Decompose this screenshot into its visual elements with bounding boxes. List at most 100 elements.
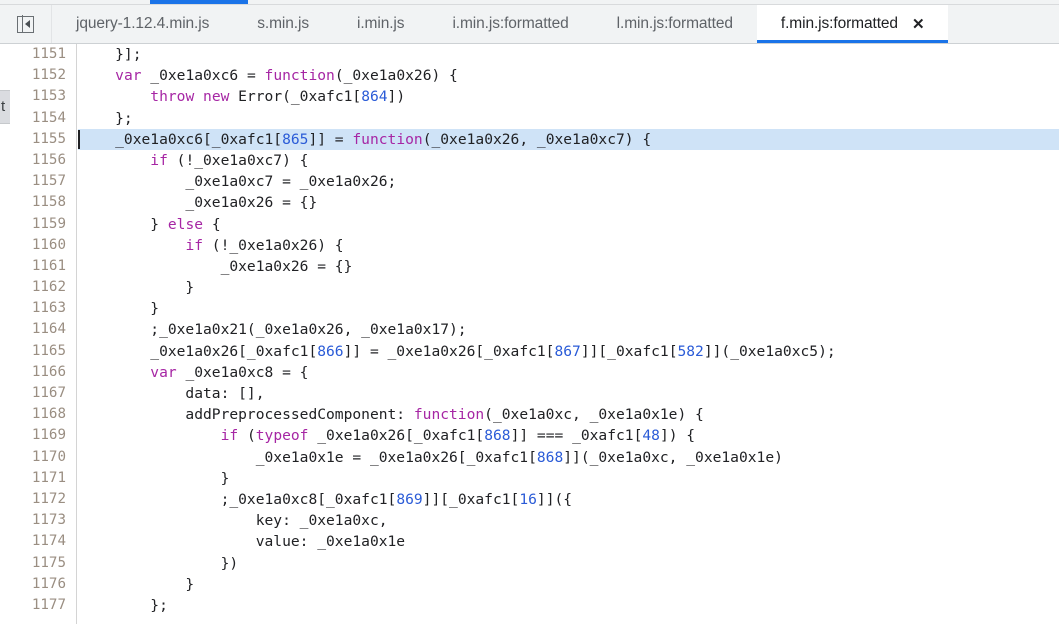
code-line[interactable]: 1152 var _0xe1a0xc6 = function(_0xe1a0x2…	[10, 65, 1059, 86]
line-number[interactable]: 1176	[10, 574, 66, 595]
sidebar-collapsed-tab[interactable]: t	[0, 90, 10, 124]
code-line[interactable]: 1175 })	[10, 553, 1059, 574]
code-token-pln: _0xe1a0x26 = {}	[80, 194, 318, 212]
tab-s-min-js[interactable]: s.min.js	[233, 5, 333, 43]
tab-i-min-js[interactable]: i.min.js	[333, 5, 428, 43]
close-icon[interactable]: ✕	[912, 17, 925, 32]
code-lines: 1151 }]; 1152 var _0xe1a0xc6 = function(_…	[10, 44, 1059, 616]
tab-jquery-1-12-4-min-js[interactable]: jquery-1.12.4.min.js	[52, 5, 233, 43]
code-text: }	[80, 574, 1059, 595]
line-number[interactable]: 1163	[10, 298, 66, 319]
code-text: };	[80, 108, 1059, 129]
line-number[interactable]: 1161	[10, 256, 66, 277]
line-number[interactable]: 1156	[10, 150, 66, 171]
code-token-pln: ]][_0xafc1[	[580, 342, 678, 360]
line-number[interactable]: 1151	[10, 44, 66, 65]
code-line[interactable]: 1160 if (!_0xe1a0x26) {	[10, 235, 1059, 256]
code-token-pln	[80, 88, 150, 105]
code-token-pln: _0xe1a0x1e = _0xe1a0x26[_0xafc1[	[80, 448, 537, 466]
code-line[interactable]: 1165 _0xe1a0x26[_0xafc1[866]] = _0xe1a0x…	[10, 341, 1059, 362]
line-number[interactable]: 1174	[10, 531, 66, 552]
panel-collapse-button[interactable]	[0, 5, 52, 43]
line-number[interactable]: 1168	[10, 404, 66, 425]
line-number[interactable]: 1171	[10, 468, 66, 489]
code-token-pln: ])	[387, 88, 406, 106]
code-line[interactable]: 1157 _0xe1a0xc7 = _0xe1a0x26;	[10, 171, 1059, 192]
line-number[interactable]: 1162	[10, 277, 66, 298]
code-token-pln: _0xe1a0x26[_0xafc1[	[308, 427, 485, 445]
code-token-kw: function	[352, 130, 423, 148]
scroll-thumb[interactable]	[150, 0, 248, 4]
line-number[interactable]: 1152	[10, 65, 66, 86]
tab-label: jquery-1.12.4.min.js	[76, 15, 210, 32]
code-token-kw: var	[115, 67, 142, 85]
line-number[interactable]: 1169	[10, 425, 66, 446]
code-line[interactable]: 1174 value: _0xe1a0x1e	[10, 531, 1059, 552]
code-token-pln: (!_0xe1a0xc7) {	[167, 151, 309, 169]
code-line[interactable]: 1161 _0xe1a0x26 = {}	[10, 256, 1059, 277]
code-token-pln	[80, 152, 150, 169]
line-number[interactable]: 1167	[10, 383, 66, 404]
code-token-pln: (!_0xe1a0x26) {	[203, 236, 344, 254]
tab-f-min-js-formatted[interactable]: f.min.js:formatted ✕	[756, 5, 949, 43]
code-token-pln: Error(_0xafc1[	[229, 88, 362, 106]
code-line[interactable]: 1172 ;_0xe1a0xc8[_0xafc1[869]][_0xafc1[1…	[10, 489, 1059, 510]
code-token-pln: ]) {	[659, 427, 696, 445]
code-token-pln	[194, 88, 203, 105]
line-number[interactable]: 1166	[10, 362, 66, 383]
code-line[interactable]: 1173 key: _0xe1a0xc,	[10, 510, 1059, 531]
code-line[interactable]: 1177 };	[10, 595, 1059, 616]
code-text: };	[80, 595, 1059, 616]
code-line[interactable]: 1155 _0xe1a0xc6[_0xafc1[865]] = function…	[10, 128, 1059, 150]
line-number[interactable]: 1157	[10, 171, 66, 192]
tab-label: f.min.js:formatted	[780, 15, 898, 32]
code-text: }	[80, 277, 1059, 298]
code-line[interactable]: 1164 ;_0xe1a0x21(_0xe1a0x26, _0xe1a0x17)…	[10, 319, 1059, 340]
code-text: if (typeof _0xe1a0x26[_0xafc1[868]] === …	[80, 425, 1059, 446]
code-text: key: _0xe1a0xc,	[80, 510, 1059, 531]
code-line[interactable]: 1151 }];	[10, 44, 1059, 65]
line-number[interactable]: 1175	[10, 553, 66, 574]
code-line[interactable]: 1156 if (!_0xe1a0xc7) {	[10, 150, 1059, 171]
code-line[interactable]: 1166 var _0xe1a0xc8 = {	[10, 362, 1059, 383]
code-line[interactable]: 1158 _0xe1a0x26 = {}	[10, 192, 1059, 213]
tab-l-min-js-formatted[interactable]: l.min.js:formatted	[593, 5, 757, 43]
code-token-pln: {	[203, 215, 221, 233]
code-token-pln: (	[238, 427, 256, 445]
line-number[interactable]: 1153	[10, 86, 66, 107]
code-editor[interactable]: 1151 }]; 1152 var _0xe1a0xc6 = function(_…	[10, 44, 1059, 624]
line-number[interactable]: 1172	[10, 489, 66, 510]
code-token-kw: new	[203, 88, 230, 106]
line-number[interactable]: 1173	[10, 510, 66, 531]
line-number[interactable]: 1164	[10, 319, 66, 340]
code-line[interactable]: 1170 _0xe1a0x1e = _0xe1a0x26[_0xafc1[868…	[10, 447, 1059, 468]
code-line[interactable]: 1167 data: [],	[10, 383, 1059, 404]
line-number[interactable]: 1177	[10, 595, 66, 616]
code-token-pln: }	[80, 469, 230, 487]
code-line[interactable]: 1169 if (typeof _0xe1a0x26[_0xafc1[868]]…	[10, 425, 1059, 446]
code-token-kw: throw	[150, 88, 195, 106]
code-line[interactable]: 1171 }	[10, 468, 1059, 489]
code-line[interactable]: 1168 addPreprocessedComponent: function(…	[10, 404, 1059, 425]
code-line[interactable]: 1154 };	[10, 108, 1059, 129]
code-token-pln	[80, 364, 150, 381]
code-token-pln: _0xe1a0xc6[_0xafc1[	[80, 130, 283, 148]
line-number[interactable]: 1165	[10, 341, 66, 362]
code-text: }];	[80, 44, 1059, 65]
tab-label: i.min.js	[357, 15, 405, 32]
line-number[interactable]: 1160	[10, 235, 66, 256]
line-number[interactable]: 1154	[10, 108, 66, 129]
panel-collapse-icon	[17, 15, 34, 33]
code-line[interactable]: 1176 }	[10, 574, 1059, 595]
line-number[interactable]: 1155	[10, 129, 66, 150]
code-line[interactable]: 1159 } else {	[10, 214, 1059, 235]
line-number[interactable]: 1159	[10, 214, 66, 235]
code-token-pln: }	[80, 300, 160, 318]
tab-i-min-js-formatted[interactable]: i.min.js:formatted	[428, 5, 592, 43]
code-token-num: 864	[361, 88, 388, 106]
code-line[interactable]: 1162 }	[10, 277, 1059, 298]
line-number[interactable]: 1170	[10, 447, 66, 468]
line-number[interactable]: 1158	[10, 192, 66, 213]
code-line[interactable]: 1153 throw new Error(_0xafc1[864])	[10, 86, 1059, 107]
code-line[interactable]: 1163 }	[10, 298, 1059, 319]
